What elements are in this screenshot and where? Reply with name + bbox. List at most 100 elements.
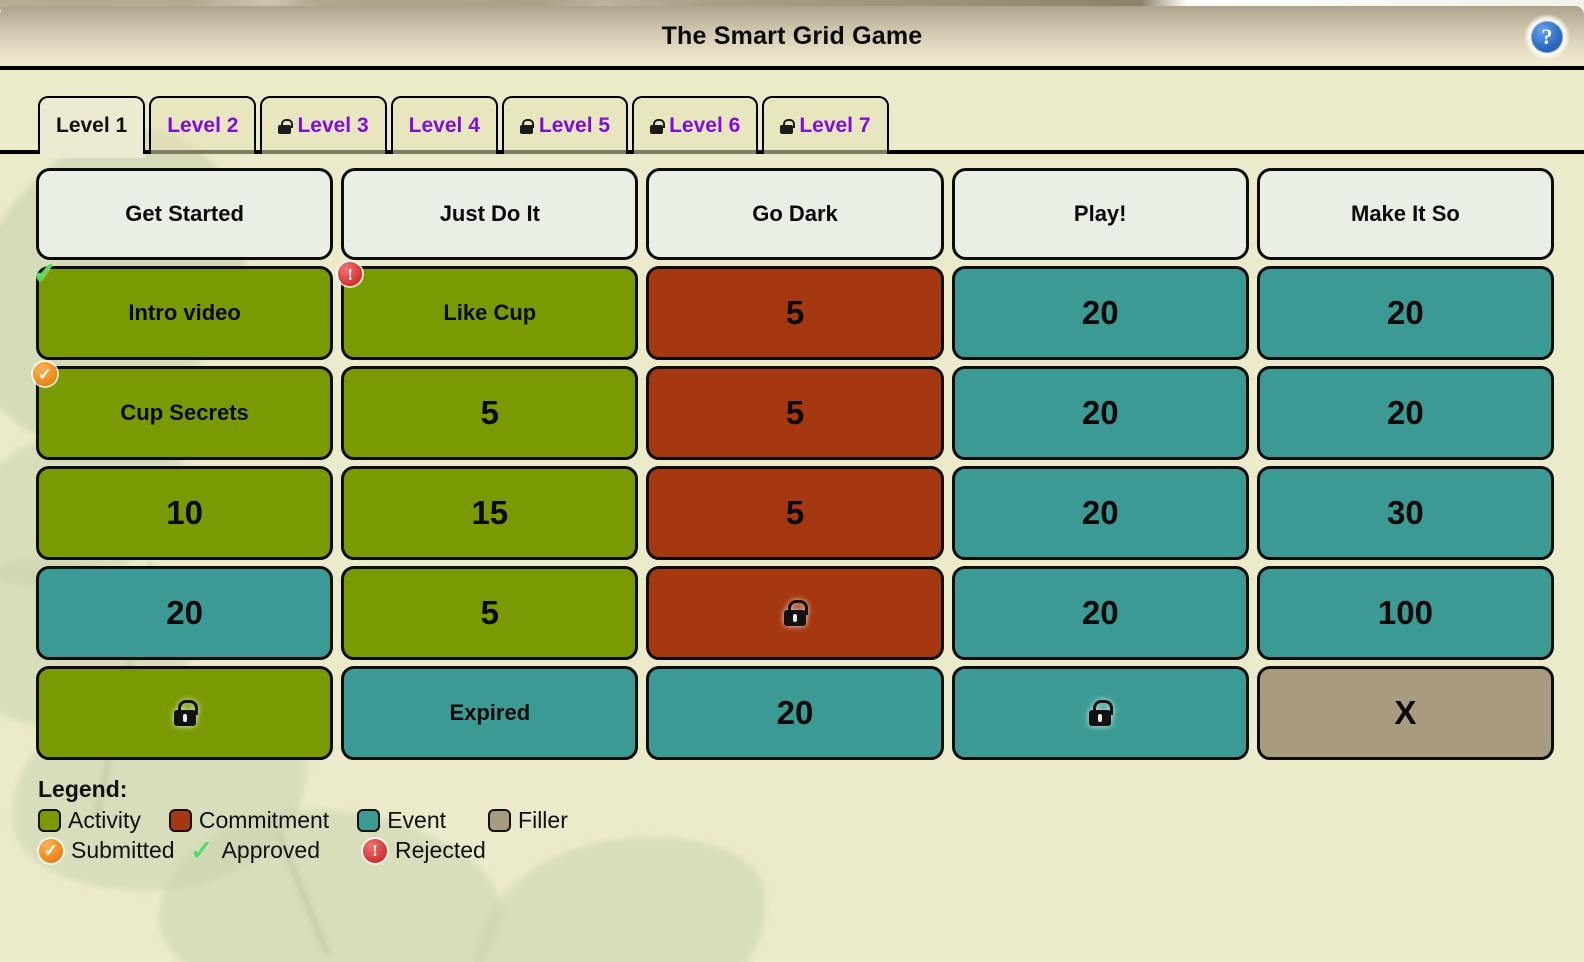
column-header-label: Just Do It — [439, 201, 540, 226]
tab-level-2[interactable]: Level 2 — [149, 96, 257, 154]
page-title: The Smart Grid Game — [661, 21, 923, 50]
tab-label: Level 6 — [669, 114, 741, 137]
board-cell-value: 10 — [166, 494, 203, 531]
legend-label: Activity — [68, 807, 141, 833]
exclamation-circle-red-glyph: ! — [363, 838, 388, 863]
legend-label: Commitment — [198, 807, 330, 833]
lock-icon — [519, 118, 535, 134]
board-row: 10 15 5 20 30 — [36, 466, 1555, 560]
board-cell-value: 20 — [776, 694, 814, 731]
board-cell-r5-c1[interactable] — [36, 666, 334, 760]
board-cell-value: Cup Secrets — [120, 400, 249, 425]
board-cell-r4-c4[interactable]: 20 — [951, 566, 1249, 660]
board-cell-r1-c2[interactable]: ! Like Cup — [338, 262, 639, 360]
board-cell-r3-c4[interactable]: 20 — [951, 466, 1249, 560]
board-cell-r3-c5[interactable]: 30 — [1256, 466, 1555, 560]
title-bar: The Smart Grid Game ? — [0, 6, 1584, 70]
exclamation-circle-red-glyph: ! — [338, 262, 363, 286]
board-cell-value: 20 — [1081, 394, 1119, 431]
board-cell-r5-c4[interactable] — [951, 666, 1249, 760]
board-cell-r4-c2[interactable]: 5 — [341, 566, 639, 660]
board-cell-value: 5 — [785, 394, 805, 431]
lock-keyhole — [182, 714, 187, 722]
legend-item-commitment: Commitment — [168, 807, 330, 834]
lock-icon — [784, 600, 808, 626]
board-cell-r2-c1[interactable]: ✓ Cup Secrets — [33, 362, 334, 460]
legend-category-row: Activity Commitment Event Filler — [38, 807, 1584, 834]
column-header-5: Make It So — [1256, 168, 1555, 260]
legend-swatch-event — [357, 809, 381, 832]
board-cell-r5-c3[interactable]: 20 — [646, 666, 944, 760]
board-cell-r1-c4[interactable]: 20 — [951, 266, 1249, 360]
board-cell-value: 100 — [1377, 594, 1433, 631]
tab-level-7[interactable]: Level 7 — [762, 96, 889, 154]
board-cell-r2-c4[interactable]: 20 — [951, 366, 1249, 460]
legend-swatch-filler — [488, 809, 512, 832]
board-cell-value: 20 — [1081, 494, 1119, 531]
game-window: The Smart Grid Game ? Level 1 Level 2 Leve… — [0, 6, 1584, 962]
legend-swatch-activity — [38, 809, 61, 832]
lock-icon — [173, 700, 198, 726]
check-circle-orange-glyph: ✓ — [39, 838, 63, 863]
column-header-4: Play! — [951, 168, 1249, 260]
board-cell-r3-c2[interactable]: 15 — [341, 466, 639, 560]
board-cell-value: Expired — [449, 700, 531, 725]
lock-icon — [650, 118, 665, 134]
board-cell-value: 5 — [480, 594, 499, 631]
board-cell-r2-c5[interactable]: 20 — [1256, 366, 1555, 460]
board-cell-r3-c1[interactable]: 10 — [36, 466, 334, 560]
tab-level-6[interactable]: Level 6 — [632, 96, 759, 154]
exclamation-circle-red-icon: ! — [336, 260, 364, 288]
column-header-label: Play! — [1073, 201, 1127, 226]
check-circle-orange-icon: ✓ — [31, 360, 59, 388]
lock-keyhole — [1098, 714, 1103, 722]
tab-level-1[interactable]: Level 1 — [38, 96, 146, 154]
board-cell-r4-c3[interactable] — [646, 566, 944, 660]
lock-icon — [780, 118, 795, 134]
help-icon-glyph: ? — [1531, 21, 1563, 53]
check-green-icon: ✓ — [32, 257, 58, 290]
lock-icon — [1089, 700, 1114, 726]
column-header-label: Get Started — [125, 201, 244, 226]
legend-label: Rejected — [395, 837, 486, 863]
legend-item-activity: Activity — [38, 807, 141, 834]
board-cell-r1-c1[interactable]: ✓ Intro video — [32, 259, 334, 360]
board-cell-r4-c1[interactable]: 20 — [36, 566, 334, 660]
legend-item-submitted: ✓ Submitted — [38, 837, 175, 864]
legend-status-row: ✓ Submitted ✓ Approved! Rejected — [38, 834, 1584, 866]
board-cell-r1-c3[interactable]: 5 — [646, 266, 944, 360]
board-cell-r3-c3[interactable]: 5 — [646, 466, 944, 560]
tab-level-3[interactable]: Level 3 — [260, 96, 387, 154]
board-cell-r5-c2[interactable]: Expired — [341, 666, 639, 760]
board-cell-r2-c3[interactable]: 5 — [646, 366, 944, 460]
board-cell-value: 15 — [471, 494, 509, 531]
board-cell-value: Intro video — [128, 300, 241, 325]
lock-icon — [278, 118, 293, 134]
legend-label: Event — [387, 807, 447, 833]
board-row: 20 5 20 100 — [36, 566, 1555, 660]
tab-level-5[interactable]: Level 5 — [501, 96, 629, 154]
board-cell-value: 20 — [1081, 594, 1119, 631]
legend-item-rejected: ! Rejected — [362, 837, 486, 864]
board-cell-value: 20 — [1081, 294, 1119, 331]
legend-label: Approved — [221, 837, 321, 863]
check-green-glyph: ✓ — [189, 834, 214, 866]
board-cell-value: 5 — [785, 294, 805, 331]
check-circle-orange-glyph: ✓ — [33, 362, 57, 386]
column-header-3: Go Dark — [646, 168, 944, 260]
tab-label: Level 2 — [167, 114, 239, 137]
tab-label: Level 1 — [56, 114, 128, 137]
board-cell-r5-c5[interactable]: X — [1256, 666, 1555, 760]
help-circle-icon[interactable]: ? — [1524, 14, 1570, 60]
legend-item-approved: ✓ Approved — [189, 834, 321, 866]
board-cell-value: 20 — [1387, 394, 1424, 431]
board-cell-value: 20 — [166, 594, 203, 631]
tab-label: Level 7 — [799, 114, 871, 137]
board-cell-r4-c5[interactable]: 100 — [1256, 566, 1555, 660]
tab-level-4[interactable]: Level 4 — [390, 96, 498, 154]
board-cell-r2-c2[interactable]: 5 — [341, 366, 639, 460]
board-cell-value: 5 — [480, 394, 499, 431]
board-cell-r1-c5[interactable]: 20 — [1256, 266, 1555, 360]
lock-keyhole — [793, 614, 797, 622]
legend: Legend: Activity Commitment Event Filler ✓ S… — [0, 766, 1584, 864]
